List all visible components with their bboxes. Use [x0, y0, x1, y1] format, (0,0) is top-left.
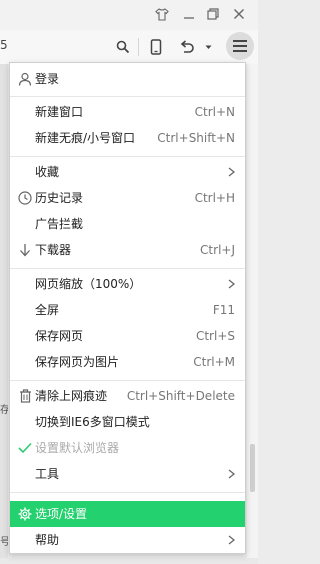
dropdown-icon[interactable]: [203, 36, 213, 58]
menu-item-new-private-window[interactable]: 新建无痕/小号窗口 Ctrl+Shift+N: [10, 125, 245, 151]
menu-label: 清除上网痕迹: [35, 389, 108, 403]
menu-label: 帮助: [35, 533, 60, 547]
menu-item-save-as-image[interactable]: 保存网页为图片 Ctrl+M: [10, 349, 245, 375]
menu-shortcut: Ctrl+Shift+Delete: [126, 389, 235, 403]
menu-label: 保存网页: [35, 329, 84, 343]
user-icon: [17, 71, 33, 87]
menu-shortcut: Ctrl+H: [194, 191, 235, 205]
menu-label: 工具: [35, 467, 60, 481]
page-bottom-edge: [0, 558, 258, 564]
check-icon: [17, 440, 33, 456]
menu-button[interactable]: [226, 32, 254, 60]
trash-icon: [17, 388, 33, 404]
undo-icon[interactable]: [178, 36, 196, 58]
menu-shortcut: Ctrl+J: [200, 243, 235, 257]
menu-separator: [10, 492, 245, 493]
page-scrollbar-thumb[interactable]: [250, 444, 255, 492]
menu-shortcut: Ctrl+S: [195, 329, 235, 343]
menu-label: 保存网页为图片: [35, 355, 120, 369]
address-bar-fragment[interactable]: 5: [0, 38, 8, 52]
download-arrow-icon: [17, 242, 33, 258]
menu-item-new-window[interactable]: 新建窗口 Ctrl+N: [10, 99, 245, 125]
menu-item-zoom[interactable]: 网页缩放（100%）: [10, 271, 245, 297]
menu-item-fullscreen[interactable]: 全屏 F11: [10, 297, 245, 323]
mobile-icon[interactable]: [147, 36, 165, 58]
menu-item-ie6-mode[interactable]: 切换到IE6多窗口模式: [10, 409, 245, 435]
menu-label: 设置默认浏览器: [35, 441, 120, 455]
toolbar: 5: [0, 30, 258, 64]
toolbar-divider: [138, 38, 139, 56]
title-bar: [0, 0, 258, 30]
menu-item-save-page[interactable]: 保存网页 Ctrl+S: [10, 323, 245, 349]
chevron-right-icon: [228, 279, 236, 289]
menu-separator: [10, 96, 245, 97]
menu-icon: [233, 40, 247, 52]
menu-item-login[interactable]: 登录: [10, 66, 245, 92]
menu-shortcut: Ctrl+N: [194, 105, 235, 119]
menu-shortcut: Ctrl+Shift+N: [157, 131, 235, 145]
menu-label: 网页缩放（100%）: [35, 277, 142, 291]
search-icon[interactable]: [114, 36, 132, 58]
menu-item-set-default-browser: 设置默认浏览器: [10, 435, 245, 461]
menu-label: 广告拦截: [35, 217, 84, 231]
chevron-right-icon: [228, 167, 236, 177]
skin-icon[interactable]: [154, 6, 170, 22]
menu-item-tools[interactable]: 工具: [10, 461, 245, 487]
minimize-icon[interactable]: [181, 6, 197, 22]
menu-separator: [10, 380, 245, 381]
gear-icon: [17, 506, 33, 522]
close-icon[interactable]: [231, 6, 247, 22]
menu-label: 下载器: [35, 243, 72, 257]
menu-label: 历史记录: [35, 191, 84, 205]
restore-icon[interactable]: [205, 6, 221, 22]
menu-label: 登录: [35, 72, 60, 86]
menu-label: 新建窗口: [35, 105, 84, 119]
page-edge-text: 号: [0, 537, 8, 548]
page-edge-text: 存: [0, 405, 8, 416]
chevron-right-icon: [228, 469, 236, 479]
menu-label: 收藏: [35, 165, 60, 179]
menu-separator: [10, 268, 245, 269]
menu-label: 新建无痕/小号窗口: [35, 131, 136, 145]
page-right-edge: [247, 64, 258, 564]
menu-item-downloads[interactable]: 下载器 Ctrl+J: [10, 237, 245, 263]
chevron-right-icon: [228, 535, 236, 545]
menu-item-favorites[interactable]: 收藏: [10, 159, 245, 185]
menu-shortcut: F11: [212, 303, 235, 317]
menu-item-ad-block[interactable]: 广告拦截: [10, 211, 245, 237]
menu-item-clear-traces[interactable]: 清除上网痕迹 Ctrl+Shift+Delete: [10, 383, 245, 409]
menu-item-help[interactable]: 帮助: [10, 527, 245, 553]
menu-separator: [10, 156, 245, 157]
menu-label: 切换到IE6多窗口模式: [35, 415, 150, 429]
menu-shortcut: Ctrl+M: [193, 355, 235, 369]
main-menu: 登录 新建窗口 Ctrl+N 新建无痕/小号窗口 Ctrl+Shift+N 收藏…: [9, 62, 246, 554]
menu-item-settings[interactable]: 选项/设置: [10, 501, 245, 527]
clock-icon: [17, 190, 33, 206]
menu-item-history[interactable]: 历史记录 Ctrl+H: [10, 185, 245, 211]
menu-label: 全屏: [35, 303, 60, 317]
page-left-edge: 存 号: [0, 64, 8, 564]
menu-label: 选项/设置: [35, 507, 88, 521]
